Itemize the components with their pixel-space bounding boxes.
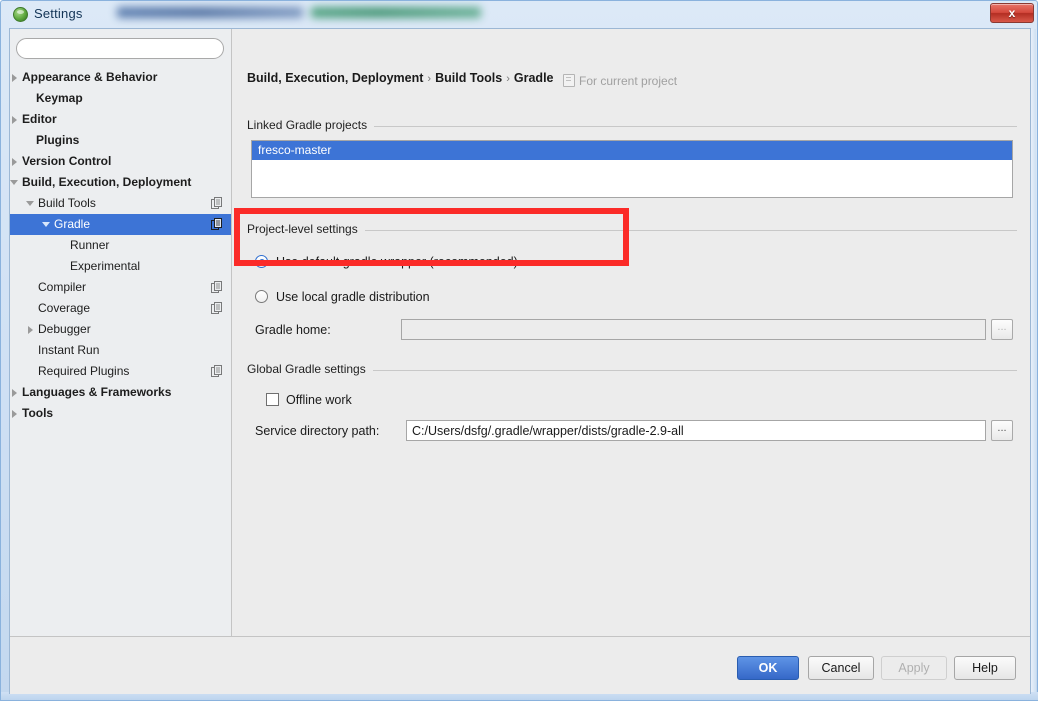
sidebar-item-required-plugins[interactable]: Required Plugins xyxy=(10,361,231,382)
chevron-right-icon[interactable] xyxy=(10,151,22,172)
search-field-wrapper xyxy=(16,38,224,59)
close-icon: x xyxy=(1008,6,1016,20)
for-current-project-text: For current project xyxy=(579,74,678,88)
sidebar-item-label: Experimental xyxy=(70,259,141,273)
dialog-button-bar: OK Cancel Apply Help xyxy=(10,637,1030,694)
sidebar-item-label: Compiler xyxy=(38,280,87,294)
chevron-down-icon[interactable] xyxy=(26,193,38,214)
breadcrumb: Build, Execution, Deployment › Build Tools… xyxy=(247,71,554,85)
sidebar-item-label: Instant Run xyxy=(38,343,100,357)
close-button[interactable]: x xyxy=(990,3,1034,23)
for-current-project-label: For current project xyxy=(563,72,677,88)
search-input[interactable] xyxy=(16,38,224,59)
apply-button: Apply xyxy=(881,656,947,680)
sidebar-item-label: Required Plugins xyxy=(38,364,130,378)
breadcrumb-separator: › xyxy=(427,73,432,85)
sidebar-item-tools[interactable]: Tools xyxy=(10,403,231,424)
gradle-home-label: Gradle home: xyxy=(255,323,331,337)
sidebar-item-coverage[interactable]: Coverage xyxy=(10,298,231,319)
breadcrumb-separator: › xyxy=(506,73,510,85)
gradle-home-input[interactable] xyxy=(401,319,986,340)
group-project-level-caption: Project-level settings xyxy=(247,222,365,236)
chevron-down-icon[interactable] xyxy=(10,172,22,193)
chevron-right-icon[interactable] xyxy=(10,109,22,130)
group-linked-projects: Linked Gradle projects xyxy=(247,118,1017,132)
help-button[interactable]: Help xyxy=(954,656,1016,680)
group-linked-projects-caption: Linked Gradle projects xyxy=(247,118,375,132)
sidebar-item-experimental[interactable]: Experimental xyxy=(10,256,231,277)
breadcrumb-part: Build Tools xyxy=(435,71,503,85)
sidebar-item-label: Languages & Frameworks xyxy=(22,385,172,399)
window-right-edge xyxy=(1031,29,1036,693)
chevron-right-icon[interactable] xyxy=(26,319,38,340)
sidebar-item-version-control[interactable]: Version Control xyxy=(10,151,231,172)
breadcrumb-part: Gradle xyxy=(513,71,554,85)
sidebar-item-build-execution-deployment[interactable]: Build, Execution, Deployment xyxy=(10,172,231,193)
sidebar-item-label: Build Tools xyxy=(38,196,96,210)
sidebar-item-label: Appearance & Behavior xyxy=(22,70,158,84)
settings-sidebar: Appearance & Behavior Keymap Editor Plugins… xyxy=(10,29,232,636)
chevron-right-icon[interactable] xyxy=(10,67,22,88)
sidebar-item-label: Build, Execution, Deployment xyxy=(22,175,192,189)
sidebar-item-keymap[interactable]: Keymap xyxy=(10,88,231,109)
copy-settings-icon xyxy=(211,365,222,377)
service-directory-input[interactable] xyxy=(406,420,986,441)
sidebar-item-editor[interactable]: Editor xyxy=(10,109,231,130)
sidebar-item-appearance-behavior[interactable]: Appearance & Behavior xyxy=(10,67,231,88)
sidebar-item-gradle[interactable]: Gradle xyxy=(10,214,231,235)
sidebar-item-label: Editor xyxy=(22,112,57,126)
linked-projects-list[interactable]: fresco-master xyxy=(251,140,1013,198)
ok-button[interactable]: OK xyxy=(737,656,799,680)
title-bar: Settings x xyxy=(1,1,1038,28)
sidebar-item-label: Gradle xyxy=(54,217,91,231)
settings-window: Settings x Appearance & Behavior Keymap Ed… xyxy=(0,0,1038,701)
copy-settings-icon xyxy=(211,197,222,209)
settings-content-pane: Build, Execution, Deployment › Build Tools… xyxy=(233,29,1031,636)
sidebar-item-languages-frameworks[interactable]: Languages & Frameworks xyxy=(10,382,231,403)
copy-settings-icon xyxy=(211,302,222,314)
blurred-title-text xyxy=(113,3,485,23)
radio-local-distribution-label: Use local gradle distribution xyxy=(276,290,430,304)
sidebar-item-label: Version Control xyxy=(22,154,112,168)
offline-work-checkbox[interactable] xyxy=(266,393,279,406)
sidebar-item-compiler[interactable]: Compiler xyxy=(10,277,231,298)
offline-work-label: Offline work xyxy=(286,393,352,407)
sidebar-item-label: Keymap xyxy=(36,91,83,105)
linked-project-item[interactable]: fresco-master xyxy=(252,141,1012,160)
sidebar-item-label: Tools xyxy=(22,406,54,420)
group-global-settings-caption: Global Gradle settings xyxy=(247,362,373,376)
cancel-button[interactable]: Cancel xyxy=(808,656,874,680)
sidebar-item-instant-run[interactable]: Instant Run xyxy=(10,340,231,361)
copy-settings-icon xyxy=(211,218,222,230)
copy-settings-icon xyxy=(211,281,222,293)
radio-default-wrapper-indicator xyxy=(255,255,268,268)
radio-local-distribution-indicator xyxy=(255,290,268,303)
sidebar-item-runner[interactable]: Runner xyxy=(10,235,231,256)
sidebar-item-label: Coverage xyxy=(38,301,91,315)
sidebar-item-plugins[interactable]: Plugins xyxy=(10,130,231,151)
breadcrumb-part: Build, Execution, Deployment xyxy=(247,71,424,85)
sidebar-item-debugger[interactable]: Debugger xyxy=(10,319,231,340)
sidebar-item-label: Runner xyxy=(70,238,110,252)
sidebar-item-build-tools[interactable]: Build Tools xyxy=(10,193,231,214)
gradle-home-browse-button[interactable]: ... xyxy=(991,319,1013,340)
chevron-right-icon[interactable] xyxy=(10,403,22,424)
ide-logo-icon xyxy=(13,7,28,22)
service-directory-browse-button[interactable]: ... xyxy=(991,420,1013,441)
sidebar-item-label: Debugger xyxy=(38,322,91,336)
settings-tree[interactable]: Appearance & Behavior Keymap Editor Plugins… xyxy=(10,67,231,424)
project-scope-icon xyxy=(563,74,575,87)
service-directory-label: Service directory path: xyxy=(255,424,380,438)
group-global-settings: Global Gradle settings xyxy=(247,362,1017,376)
radio-default-wrapper-label: Use default gradle wrapper (recommended) xyxy=(276,255,518,269)
chevron-right-icon[interactable] xyxy=(10,382,22,403)
chevron-down-icon[interactable] xyxy=(42,214,54,235)
sidebar-item-label: Plugins xyxy=(36,133,80,147)
group-project-level: Project-level settings xyxy=(247,222,1017,236)
window-title: Settings xyxy=(34,6,83,21)
dialog-client-area: Appearance & Behavior Keymap Editor Plugins… xyxy=(9,28,1031,694)
